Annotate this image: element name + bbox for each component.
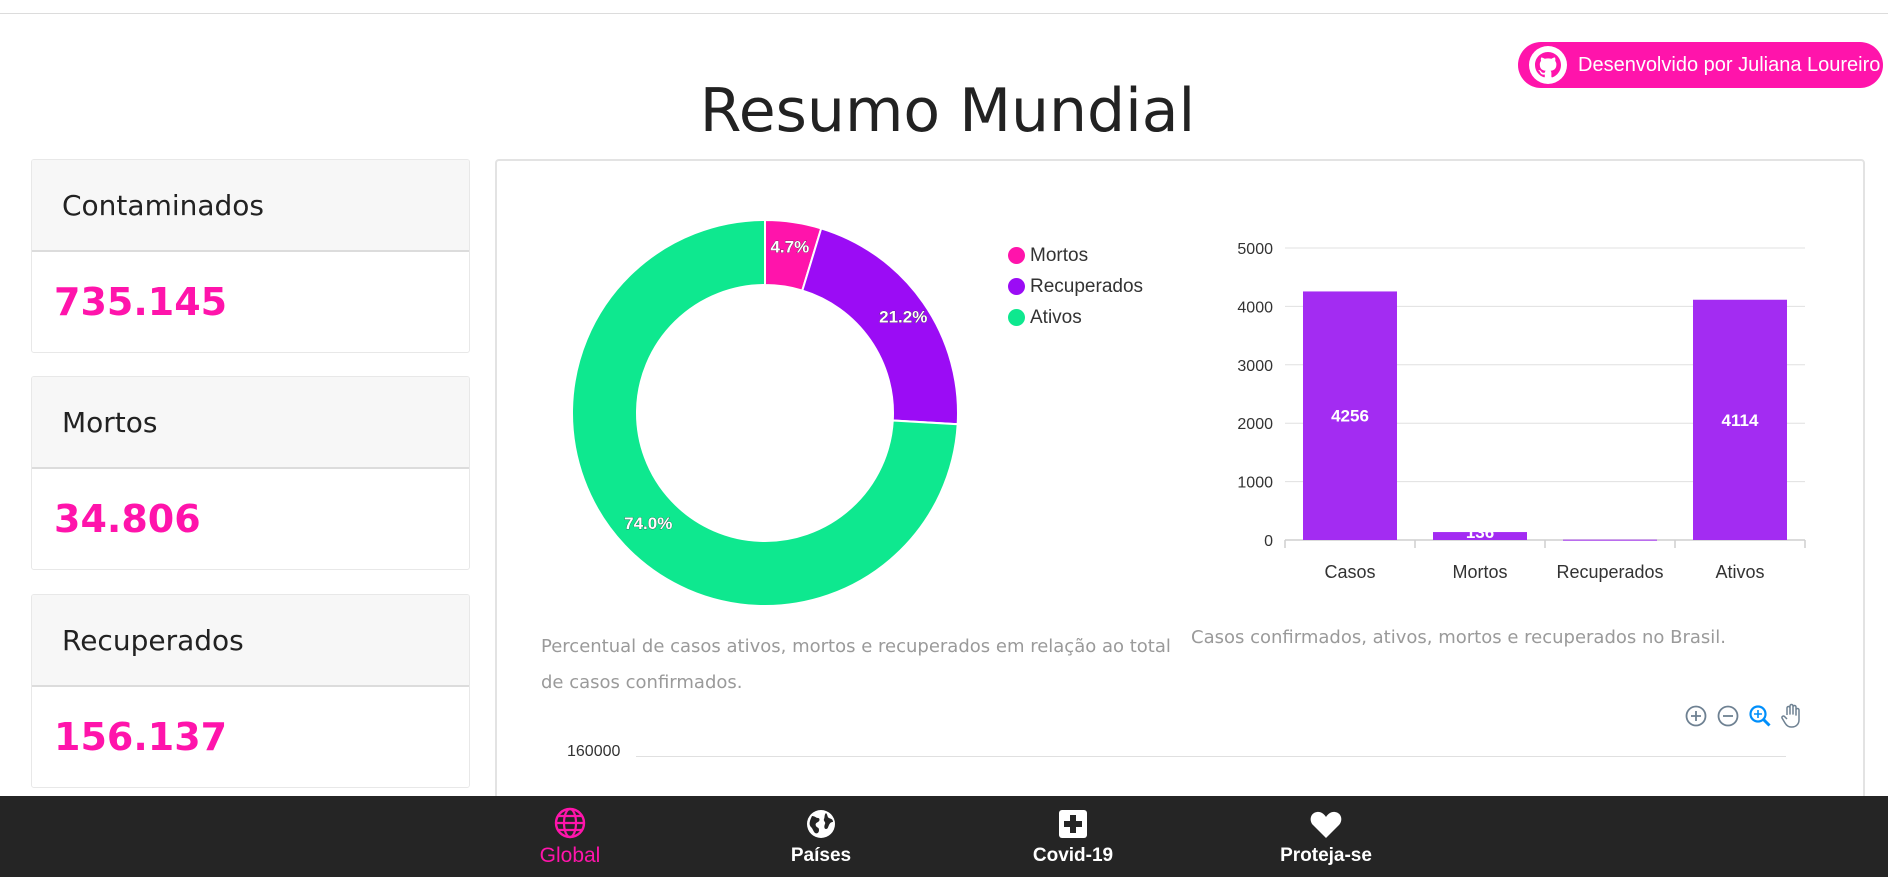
bar-recuperados[interactable] [1563,539,1657,541]
nav-label: Países [790,844,852,866]
nav-label: Global [539,843,601,867]
stat-card-value: 156.137 [54,715,228,759]
nav-label: Proteja-se [1280,844,1372,866]
zoom-out-icon[interactable] [1715,703,1741,729]
page-title: Resumo Mundial [699,76,1196,146]
legend-item-ativos[interactable]: Ativos [1008,302,1143,333]
top-divider [0,13,1888,14]
bar-chart: 0 1000 2000 3000 4000 5000 4256 Casos 136 Mortos R… [1237,241,1806,582]
donut-legend: Mortos Recuperados Ativos [1008,240,1143,333]
legend-marker [1008,309,1025,326]
bar-y-tick-label: 1000 [1237,475,1273,492]
bar-caption: Casos confirmados, ativos, mortos e recu… [1191,627,1727,648]
bar-value-label: 4114 [1722,411,1759,430]
nav-label: Covid-19 [1032,844,1114,866]
heart-icon [1309,807,1343,841]
stat-card-recuperados: Recuperados 156.137 [31,594,470,788]
donut-value-label: 4.7% [770,237,809,256]
bar-category-label: Recuperados [1556,562,1663,582]
stat-card-contaminados: Contaminados 735.145 [31,159,470,353]
stat-card-mortos: Mortos 34.806 [31,376,470,570]
stat-card-value: 34.806 [54,497,201,541]
nav-item-global[interactable]: Global [490,796,650,877]
stat-card-value: 735.145 [54,280,228,324]
globe-icon [553,806,587,840]
line-chart-y-tick: 160000 [567,743,621,760]
nav-item-paises[interactable]: Países [741,796,901,877]
bar-y-tick-label: 4000 [1237,299,1273,316]
legend-label: Mortos [1030,244,1089,266]
donut-value-label: 21.2% [879,308,927,327]
bar-y-tick-label: 0 [1264,533,1273,550]
donut-caption: Percentual de casos ativos, mortos e rec… [541,636,1171,693]
legend-label: Recuperados [1030,275,1144,297]
legend-item-mortos[interactable]: Mortos [1008,240,1143,271]
nav-item-covid19[interactable]: Covid-19 [993,796,1153,877]
line-chart-gridline [636,756,1786,757]
legend-label: Ativos [1030,306,1082,328]
bar-value-label: 136 [1466,523,1494,542]
donut-chart: 4.7% 21.2% 74.0% [571,218,959,607]
developer-button-label: Desenvolvido por Juliana Loureiro [1578,53,1881,76]
zoom-selection-icon[interactable] [1747,703,1773,729]
nav-item-proteja-se[interactable]: Proteja-se [1246,796,1406,877]
bar-y-tick-label: 3000 [1237,358,1273,375]
earth-icon [804,807,838,841]
bar-category-label: Casos [1324,562,1375,582]
legend-marker [1008,278,1025,295]
bar-y-tick-label: 2000 [1237,416,1273,433]
stat-card-label: Mortos [32,377,469,469]
stat-card-label: Recuperados [32,595,469,687]
plus-square-icon [1056,807,1090,841]
bar-category-label: Mortos [1452,562,1507,582]
bar-category-label: Ativos [1715,562,1764,582]
zoom-in-icon[interactable] [1683,703,1709,729]
donut-value-label: 74.0% [624,514,672,533]
chart-toolbar [1683,703,1805,729]
bar-y-tick-label: 5000 [1237,241,1273,258]
stat-card-label: Contaminados [32,160,469,252]
legend-marker [1008,247,1025,264]
legend-item-recuperados[interactable]: Recuperados [1008,271,1143,302]
bar-value-label: 4256 [1331,407,1369,426]
bottom-navigation: Global Países Covid-19 Proteja-se [0,796,1888,877]
pan-hand-icon[interactable] [1779,703,1805,729]
